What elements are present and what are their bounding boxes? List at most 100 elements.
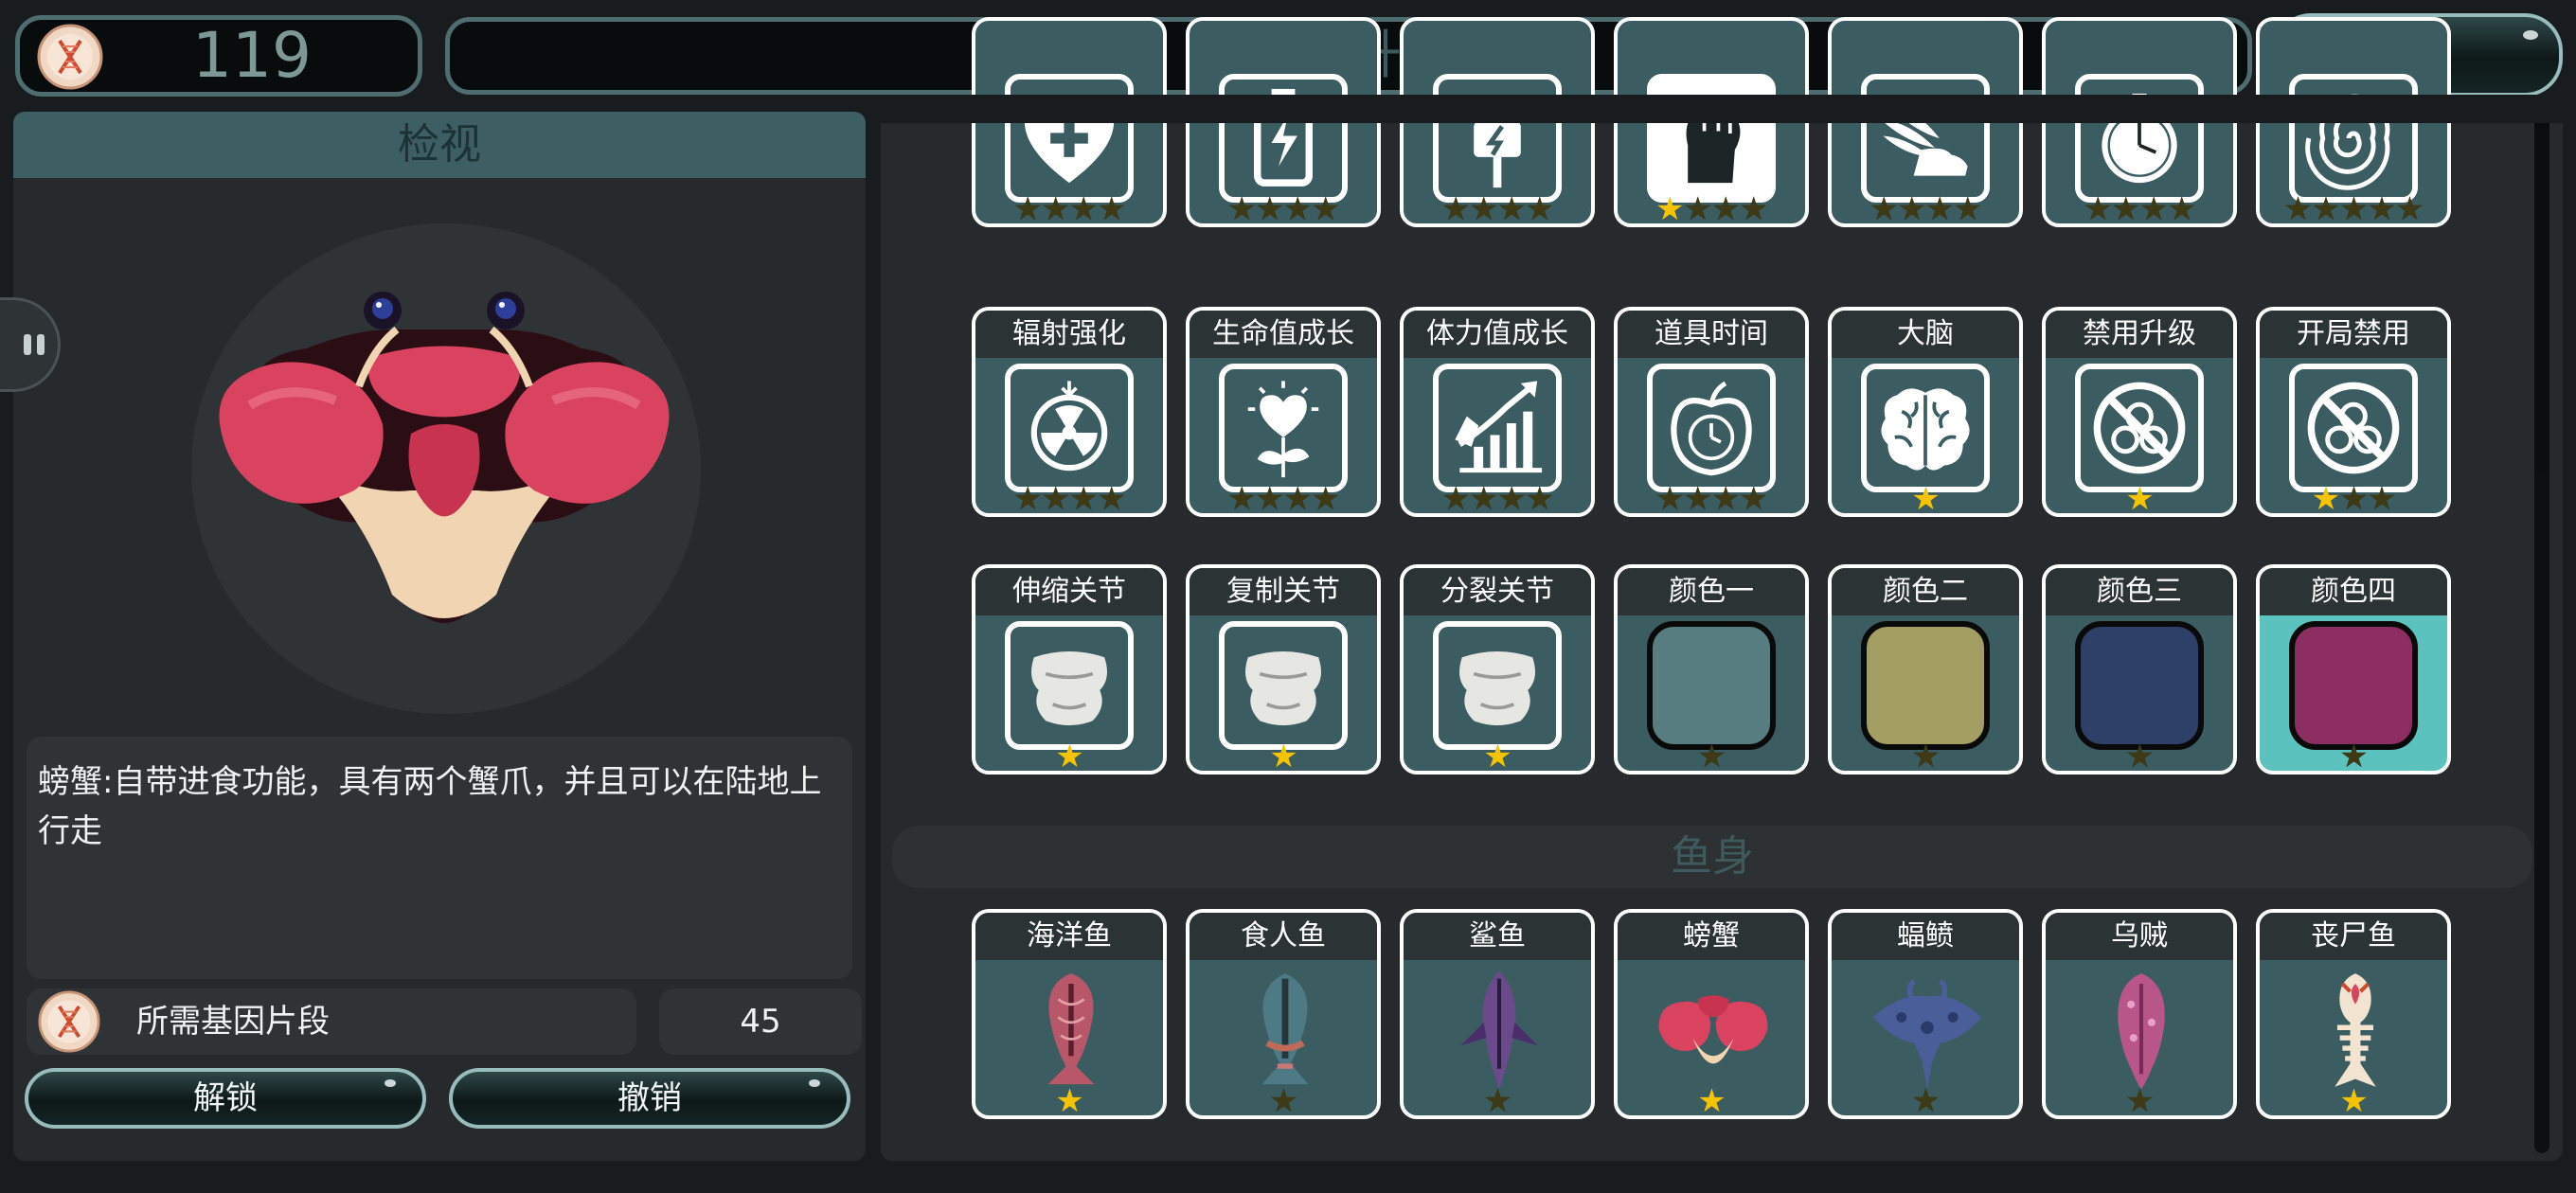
body-card[interactable]: 海洋鱼 ★	[972, 909, 1167, 1119]
card-label: 辐射强化	[975, 311, 1163, 358]
star-rating: ★★★★	[1227, 190, 1340, 227]
star-rating: ★	[1483, 1082, 1512, 1119]
star-rating: ★★★★	[1441, 480, 1554, 517]
ocean-fish-icon	[1007, 966, 1136, 1095]
button-shine	[809, 1079, 820, 1087]
color-swatch	[2289, 621, 2418, 750]
joint-icon	[1433, 621, 1562, 750]
revoke-button[interactable]: 撤销	[449, 1068, 850, 1129]
no-biohazard-icon	[2075, 364, 2204, 492]
star-rating: ★	[1911, 738, 1941, 775]
upgrade-card[interactable]: 分裂关节 ★	[1400, 564, 1595, 775]
button-shine	[385, 1079, 396, 1087]
body-card[interactable]: 蝠鲼 ★	[1828, 909, 2023, 1119]
winged-shoe-icon	[1861, 74, 1990, 203]
star-rating: ★★★★	[1227, 480, 1340, 517]
manta-ray-icon	[1863, 966, 1992, 1095]
joint-icon	[1219, 621, 1348, 750]
star-rating: ★★★★	[2084, 190, 2196, 227]
card-label: 大脑	[1832, 311, 2019, 358]
battery-icon	[1219, 74, 1348, 203]
color-swatch	[1647, 621, 1776, 750]
upgrade-card[interactable]: 颜色三 ★	[2042, 564, 2237, 775]
upgrade-card[interactable]: 道具时间 ★★★★	[1614, 307, 1809, 517]
star-rating: ★★★★	[1655, 190, 1768, 227]
star-rating: ★	[2125, 738, 2155, 775]
upgrade-card[interactable]: 大脑 ★	[1828, 307, 2023, 517]
card-label: 伸缩关节	[975, 568, 1163, 615]
radiation-icon	[1005, 364, 1134, 492]
body-card[interactable]: 螃蟹 ★	[1614, 909, 1809, 1119]
card-label: 蝠鲼	[1832, 913, 2019, 960]
gene-fragment-icon	[38, 990, 100, 1053]
upgrade-card[interactable]: 伸缩关节 ★	[972, 564, 1167, 775]
card-label: 食人鱼	[1190, 913, 1377, 960]
star-rating: ★	[1269, 738, 1298, 775]
spiral-icon	[2289, 74, 2418, 203]
upgrade-card[interactable]: 复制关节 ★	[1186, 564, 1381, 775]
upgrade-card[interactable]: 禁用升级 ★	[2042, 307, 2237, 517]
upgrade-card[interactable]: 体力值成长 ★★★★	[1400, 307, 1595, 517]
upgrade-card[interactable]: 辐射强化 ★★★★	[972, 307, 1167, 517]
unlock-button-label: 解锁	[193, 1079, 258, 1117]
card-label: 乌贼	[2046, 913, 2233, 960]
squid-icon	[2077, 966, 2206, 1095]
card-label: 颜色四	[2260, 568, 2447, 615]
color-swatch	[1861, 621, 1990, 750]
unlock-button[interactable]: 解锁	[25, 1068, 426, 1129]
required-fragments-row: 所需基因片段	[27, 988, 636, 1055]
stopwatch-icon	[2075, 74, 2204, 203]
card-label: 海洋鱼	[975, 913, 1163, 960]
body-card[interactable]: 丧尸鱼 ★	[2256, 909, 2451, 1119]
card-label: 螃蟹	[1618, 913, 1805, 960]
card-label: 鲨鱼	[1404, 913, 1591, 960]
card-label: 禁用升级	[2046, 311, 2233, 358]
card-label: 颜色一	[1618, 568, 1805, 615]
star-rating: ★★★★	[1441, 190, 1554, 227]
heart-plus-icon	[1005, 74, 1134, 203]
piranha-icon	[1221, 966, 1350, 1095]
scrollbar-thumb[interactable]	[2534, 121, 2549, 472]
card-label: 复制关节	[1190, 568, 1377, 615]
star-rating: ★	[1055, 1082, 1084, 1119]
star-rating: ★	[1911, 1082, 1941, 1119]
star-rating: ★	[1697, 738, 1726, 775]
star-rating: ★★★★	[1655, 480, 1768, 517]
body-card[interactable]: 食人鱼 ★	[1186, 909, 1381, 1119]
card-label: 丧尸鱼	[2260, 913, 2447, 960]
star-rating: ★	[2339, 738, 2369, 775]
card-label: 开局禁用	[2260, 311, 2447, 358]
grid-top-mask	[881, 95, 2563, 123]
body-card[interactable]: 乌贼 ★	[2042, 909, 2237, 1119]
gene-fragment-count: 119	[192, 19, 312, 92]
required-fragments-label: 所需基因片段	[136, 1003, 330, 1041]
required-fragments-value: 45	[659, 988, 862, 1055]
apple-clock-icon	[1647, 364, 1776, 492]
body-card[interactable]: 鲨鱼 ★	[1400, 909, 1595, 1119]
star-rating: ★	[1911, 480, 1941, 517]
shark-icon	[1435, 966, 1564, 1095]
upgrade-card[interactable]: 颜色二 ★	[1828, 564, 2023, 775]
joint-icon	[1005, 621, 1134, 750]
grid-scrollbar[interactable]	[2534, 121, 2549, 1153]
star-rating: ★★★★	[1013, 190, 1126, 227]
no-biohazard-icon	[2289, 364, 2418, 492]
side-panel-toggle[interactable]	[0, 297, 61, 392]
star-rating: ★★★	[2311, 480, 2396, 517]
heart-flower-icon	[1219, 364, 1348, 492]
card-label: 分裂关节	[1404, 568, 1591, 615]
gene-fragment-counter: 119	[15, 15, 422, 97]
fist-icon	[1647, 74, 1776, 203]
star-rating: ★	[2339, 1082, 2369, 1119]
color-swatch	[2075, 621, 2204, 750]
upgrade-card[interactable]: 开局禁用 ★★★	[2256, 307, 2451, 517]
brain-icon	[1861, 364, 1990, 492]
inspect-panel: 检视 螃蟹:自带进食功能，具有两个蟹爪，并且可以在陆地上行走 所需基因片段 45	[0, 112, 866, 1161]
upgrade-card[interactable]: 颜色一 ★	[1614, 564, 1809, 775]
upgrade-card[interactable]: 生命值成长 ★★★★	[1186, 307, 1381, 517]
card-label: 体力值成长	[1404, 311, 1591, 358]
star-rating: ★	[1697, 1082, 1726, 1119]
upgrade-card[interactable]: 颜色四 ★	[2256, 564, 2451, 775]
card-label: 道具时间	[1618, 311, 1805, 358]
star-rating: ★★★★	[1869, 190, 1982, 227]
